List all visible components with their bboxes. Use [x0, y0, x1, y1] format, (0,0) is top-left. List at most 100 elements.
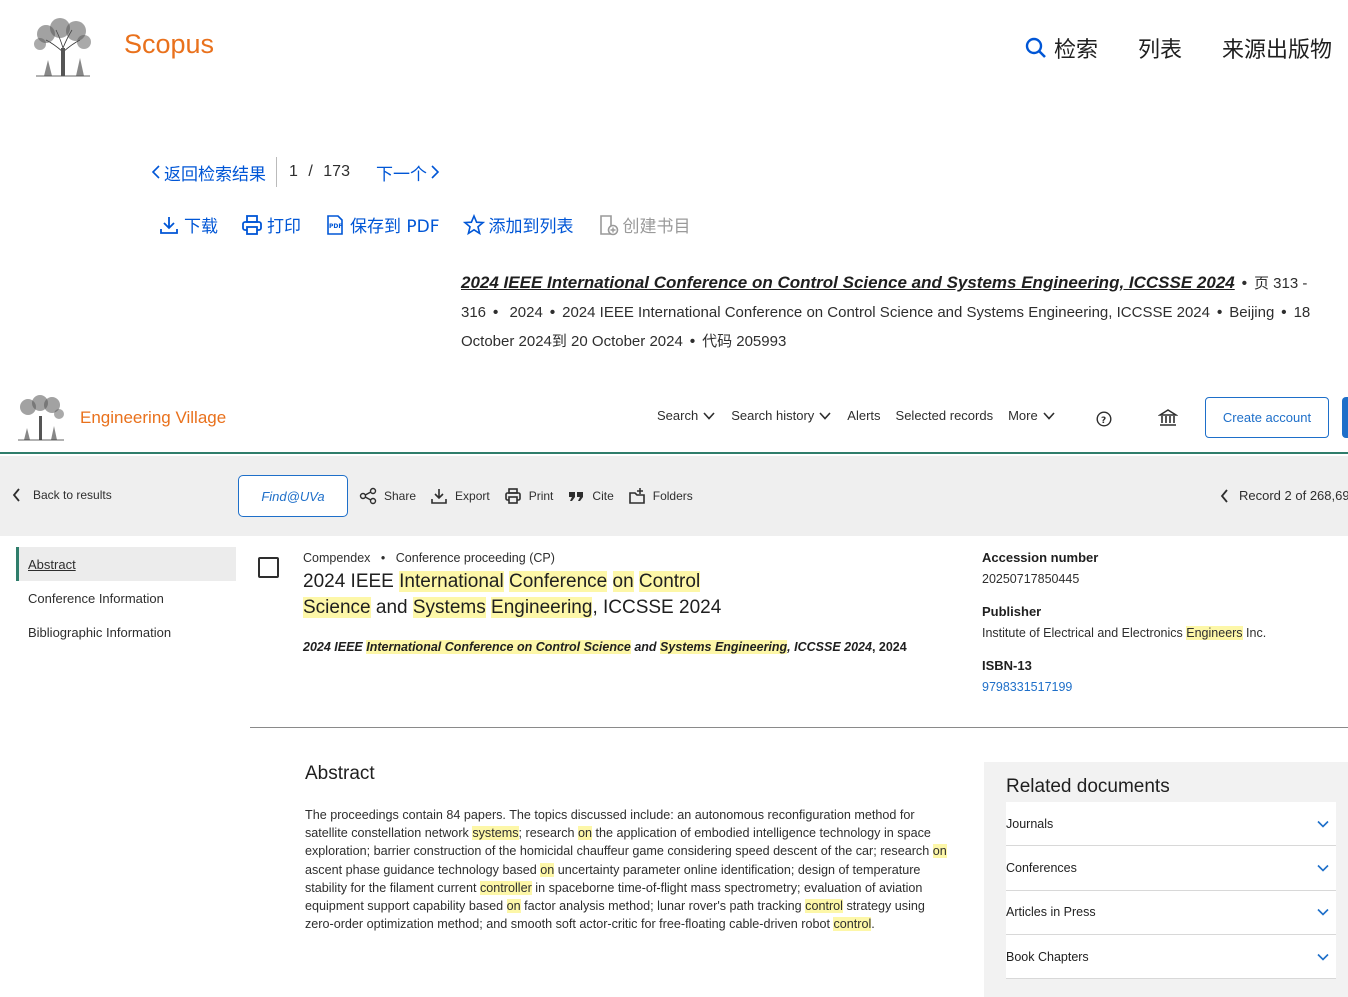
save-pdf-label: 保存到 PDF: [350, 217, 440, 237]
result-pager: 返回检索结果 1 / 173 下一个: [150, 157, 441, 187]
chevron-down-icon: [819, 411, 831, 420]
back-label: Back to results: [33, 488, 112, 502]
scopus-header: Scopus 检索 列表 来源出版物: [0, 0, 1348, 100]
publisher-name: Institute of Electrical and Electronics …: [982, 626, 1342, 640]
publisher-text: Institute of Electrical and Electronics: [982, 626, 1187, 640]
title-highlight: Control: [638, 571, 701, 592]
nav-lists-label: 列表: [1137, 38, 1182, 63]
institution-icon[interactable]: [1158, 408, 1178, 428]
related-item-conferences[interactable]: Conferences: [1006, 846, 1336, 891]
back-to-results-link[interactable]: Back to results: [12, 488, 112, 502]
chevron-down-icon: [1317, 953, 1329, 961]
chevron-left-icon[interactable]: [1220, 488, 1229, 503]
folders-button[interactable]: Folders: [628, 487, 693, 505]
svg-text:PDF: PDF: [329, 223, 342, 230]
accession-number: 20250717850445: [982, 572, 1080, 586]
nav-more-menu[interactable]: More: [1008, 408, 1056, 423]
title-highlight: International: [399, 571, 504, 592]
isbn-label: ISBN-13: [982, 658, 1032, 673]
chevron-down-icon: [1317, 864, 1329, 872]
source-code: 代码 205993: [702, 333, 787, 350]
record-position: Record 2 of 268,69: [1239, 488, 1348, 503]
abstract-text: The proceedings contain 84 papers. The t…: [305, 806, 955, 933]
abstract-highlight: on: [506, 899, 521, 914]
elsevier-tree-logo[interactable]: [14, 394, 68, 442]
sidebar-item-abstract[interactable]: Abstract: [16, 547, 236, 581]
abstract-run: factor analysis method; lunar rover's pa…: [520, 899, 806, 914]
sidebar-item-conference-information[interactable]: Conference Information: [16, 581, 236, 615]
svg-text:?: ?: [1101, 416, 1106, 426]
source-info: 2024 IEEE International Conference on Co…: [461, 273, 1311, 350]
nav-sources[interactable]: 来源出版物: [1222, 32, 1332, 64]
source-year: , 2024: [871, 640, 907, 654]
add-to-list-button[interactable]: 添加到列表: [462, 212, 574, 237]
nav-alerts[interactable]: Alerts: [847, 408, 880, 423]
record-tools: Share Export Print Cite Folders: [359, 487, 693, 505]
save-pdf-button[interactable]: PDF 保存到 PDF: [324, 212, 440, 237]
title-highlight: Conference: [508, 571, 608, 592]
chevron-down-icon: [1317, 820, 1329, 828]
cite-label: Cite: [592, 489, 614, 503]
publisher-label: Publisher: [982, 604, 1042, 619]
back-to-results-link[interactable]: 返回检索结果: [150, 157, 277, 187]
record-title: 2024 IEEE International Conference on Co…: [303, 569, 733, 621]
related-item-book-chapters[interactable]: Book Chapters: [1006, 934, 1336, 980]
related-item-journals[interactable]: Journals: [1006, 802, 1336, 847]
nav-search-history-menu[interactable]: Search history: [731, 408, 832, 423]
elsevier-tree-logo[interactable]: [30, 18, 96, 78]
nav-lists[interactable]: 列表: [1138, 32, 1182, 64]
nav-search-menu[interactable]: Search: [657, 408, 716, 423]
source-text: , ICCSSE 2024: [787, 640, 872, 654]
nav-search-label: 检索: [1053, 38, 1098, 63]
help-icon[interactable]: ?: [1096, 411, 1112, 427]
folder-icon: [628, 488, 645, 504]
create-account-button[interactable]: Create account: [1205, 397, 1329, 438]
publisher-text: Inc.: [1242, 626, 1267, 640]
nav-search[interactable]: 检索: [1024, 32, 1098, 64]
print-button[interactable]: Print: [504, 487, 553, 505]
meta-separator: •: [380, 551, 386, 565]
download-button[interactable]: 下载: [158, 212, 218, 237]
nav-sources-label: 来源出版物: [1221, 38, 1332, 63]
ev-header: Engineering Village Search Search histor…: [0, 382, 1348, 454]
document-toolbar: 下载 打印 PDF 保存到 PDF 添加到列表 创建书目: [158, 212, 691, 237]
print-button[interactable]: 打印: [241, 212, 301, 237]
share-button[interactable]: Share: [359, 487, 416, 505]
chevron-left-icon: [12, 488, 20, 502]
record-action-bar: Back to results Find@UVa Share Export Pr…: [0, 456, 1348, 536]
sidebar-item-bibliographic-information[interactable]: Bibliographic Information: [16, 615, 236, 649]
abstract-highlight: systems: [472, 826, 519, 841]
cite-button[interactable]: Cite: [567, 487, 614, 505]
find-uva-button[interactable]: Find@UVa: [238, 475, 348, 517]
share-icon: [359, 487, 377, 505]
select-record-checkbox[interactable]: [258, 557, 279, 578]
title-text: and: [370, 597, 413, 618]
create-bibliography-button[interactable]: 创建书目: [597, 212, 691, 237]
export-button[interactable]: Export: [430, 487, 490, 505]
nav-search-label: Search: [657, 408, 699, 423]
chevron-right-icon: [431, 165, 440, 179]
related-item-label: Journals: [1006, 816, 1054, 831]
create-bib-label: 创建书目: [622, 217, 691, 237]
next-result-link[interactable]: 下一个: [376, 160, 441, 185]
document-type: Conference proceeding (CP): [395, 551, 555, 565]
title-text: 2024 IEEE: [303, 571, 400, 592]
abstract-heading: Abstract: [305, 763, 375, 784]
database-name: Compendex: [303, 551, 371, 565]
sign-in-button[interactable]: [1342, 397, 1348, 438]
section-divider: [250, 727, 1348, 728]
related-item-label: Articles in Press: [1006, 905, 1096, 920]
related-item-articles-in-press[interactable]: Articles in Press: [1006, 890, 1336, 935]
chevron-down-icon: [1043, 411, 1055, 420]
source-title-link[interactable]: 2024 IEEE International Conference on Co…: [461, 273, 1235, 292]
print-label: 打印: [267, 217, 301, 237]
ev-nav: Search Search history Alerts Selected re…: [657, 408, 1056, 423]
chevron-left-icon: [151, 165, 160, 179]
title-highlight: Science: [303, 597, 371, 618]
source-year: 2024: [509, 304, 543, 321]
isbn-link[interactable]: 9798331517199: [982, 680, 1342, 694]
scopus-brand[interactable]: Scopus: [124, 29, 214, 60]
nav-selected-records[interactable]: Selected records: [896, 408, 994, 423]
record-meta: Compendex • Conference proceeding (CP): [303, 551, 555, 565]
ev-brand[interactable]: Engineering Village: [80, 408, 226, 428]
